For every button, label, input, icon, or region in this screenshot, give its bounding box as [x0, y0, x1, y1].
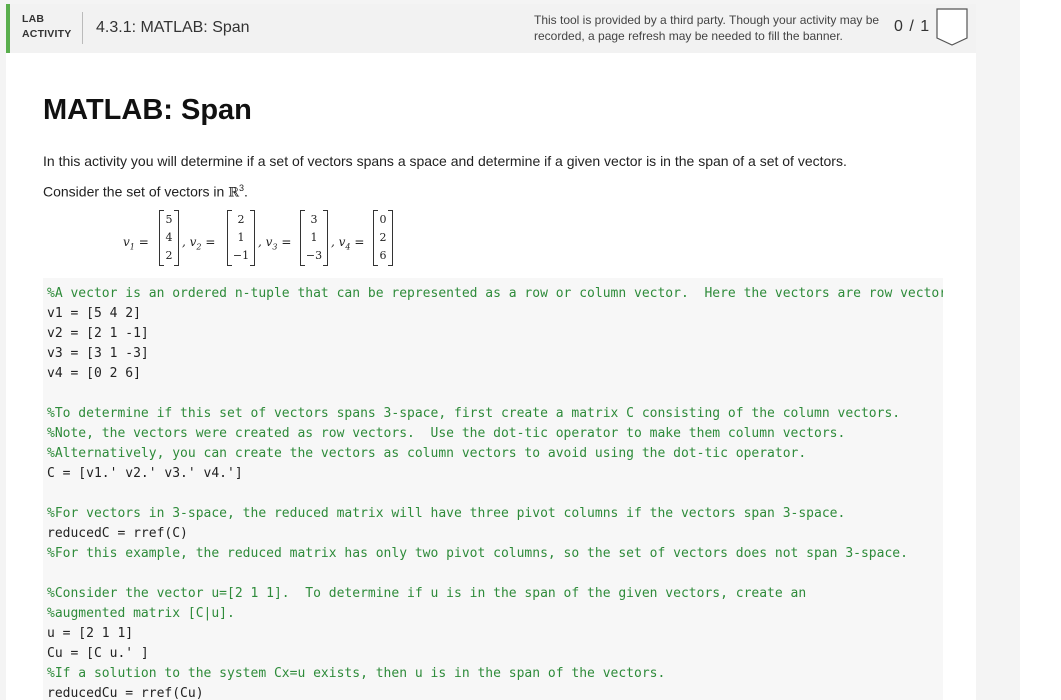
vector-label-1: v1 = [123, 235, 149, 252]
vector-3-column: 3 1 −3 [300, 210, 328, 266]
consider-prefix: Consider the set of vectors in [43, 183, 229, 200]
vector-label-2: , v2 = [182, 235, 216, 252]
vector-entry: 2 [379, 231, 387, 244]
lab-label-line2: ACTIVITY [22, 28, 72, 40]
vector-entry: 0 [379, 213, 387, 226]
vector-4-column: 0 2 6 [373, 210, 393, 266]
matlab-code-block[interactable]: %A vector is an ordered n-tuple that can… [43, 278, 943, 700]
score-display: 0 / 1 [894, 18, 931, 35]
page-title: MATLAB: Span [43, 94, 252, 126]
code-line-20: %If a solution to the system Cx=u exists… [47, 666, 666, 681]
code-line-17: %augmented matrix [C|u]. [47, 606, 235, 621]
vector-entry: 1 [310, 231, 318, 244]
bookmark-icon[interactable] [936, 8, 968, 46]
activity-card: LAB ACTIVITY 4.3.1: MATLAB: Span This to… [6, 4, 976, 700]
vector-entry: −3 [305, 249, 323, 262]
code-line-14: %For this example, the reduced matrix ha… [47, 546, 908, 561]
lab-activity-label: LAB ACTIVITY [22, 12, 71, 42]
real-space-symbol: ℝ [228, 185, 240, 201]
vector-entry: 6 [379, 249, 387, 262]
code-line-9: %Alternatively, you can create the vecto… [47, 446, 807, 461]
vector-entry: 4 [165, 231, 173, 244]
code-line-18: u = [2 1 1] [47, 626, 134, 641]
code-line-13: reducedC = rref(C) [47, 526, 188, 541]
code-line-12: %For vectors in 3-space, the reduced mat… [47, 506, 846, 521]
vector-entry: 2 [165, 249, 173, 262]
intro-text: In this activity you will determine if a… [43, 153, 847, 169]
lab-label-line1: LAB [22, 13, 45, 25]
vector-1-column: 5 4 2 [159, 210, 179, 266]
vector-entry: 1 [237, 231, 245, 244]
vector-entry: −1 [232, 249, 250, 262]
banner-divider [82, 12, 83, 44]
code-line-4: v3 = [3 1 -3] [47, 346, 149, 361]
vector-entry: 3 [310, 213, 318, 226]
code-line-21: reducedCu = rref(Cu) [47, 686, 204, 700]
vector-entry: 2 [237, 213, 245, 226]
code-line-7: %To determine if this set of vectors spa… [47, 406, 901, 421]
code-line-19: Cu = [C u.' ] [47, 646, 149, 661]
code-line-3: v2 = [2 1 -1] [47, 326, 149, 341]
vector-entry: 5 [165, 213, 173, 226]
vector-2-column: 2 1 −1 [227, 210, 255, 266]
code-line-5: v4 = [0 2 6] [47, 366, 141, 381]
code-line-2: v1 = [5 4 2] [47, 306, 141, 321]
code-line-8: %Note, the vectors were created as row v… [47, 426, 846, 441]
activity-title: 4.3.1: MATLAB: Span [96, 19, 250, 36]
code-line-16: %Consider the vector u=[2 1 1]. To deter… [47, 586, 807, 601]
vector-label-4: , v4 = [331, 235, 365, 252]
right-margin-strip [1020, 0, 1061, 700]
vector-definitions: v1 = 5 4 2 , v2 = 2 1 −1 , v3 = 3 1 −3 ,… [123, 209, 403, 267]
activity-banner: LAB ACTIVITY 4.3.1: MATLAB: Span This to… [6, 4, 976, 53]
third-party-note: This tool is provided by a third party. … [534, 13, 880, 43]
consider-text: Consider the set of vectors in ℝ3. [43, 183, 248, 201]
consider-suffix: . [244, 183, 248, 200]
vector-label-3: , v3 = [258, 235, 292, 252]
code-line-1: %A vector is an ordered n-tuple that can… [47, 286, 943, 301]
code-line-10: C = [v1.' v2.' v3.' v4.'] [47, 466, 243, 481]
